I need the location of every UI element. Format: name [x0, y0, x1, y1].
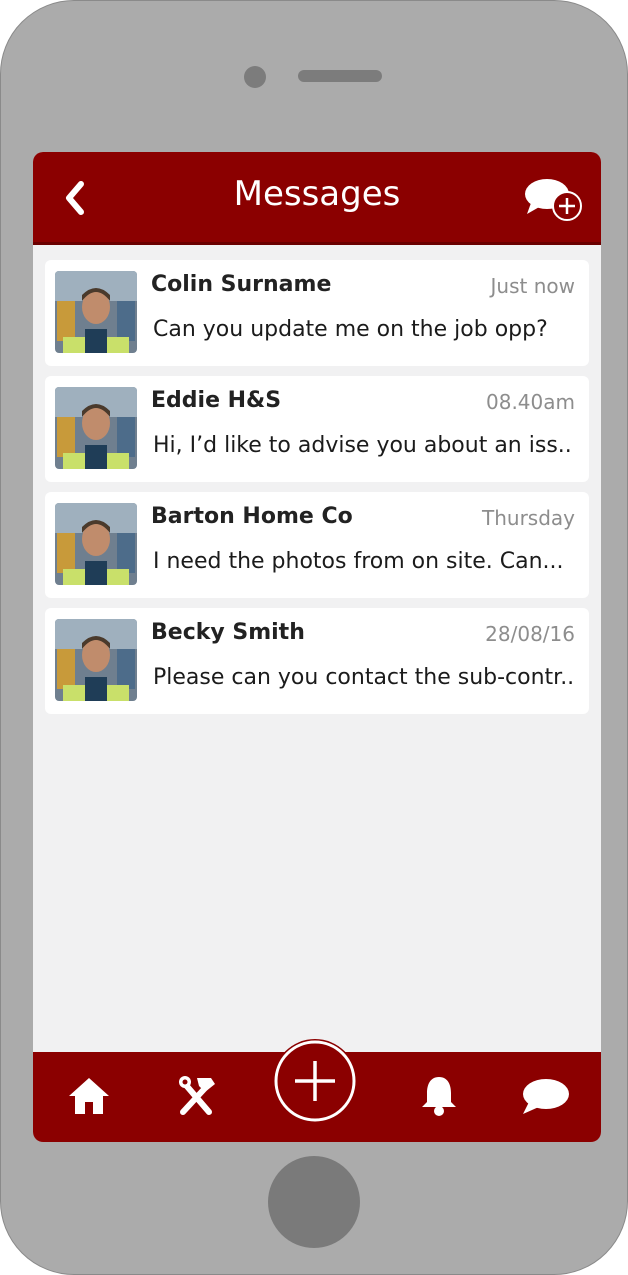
nav-home-button[interactable] [67, 1076, 111, 1120]
home-icon [69, 1078, 109, 1114]
message-preview: Please can you contact the sub-contr... [153, 665, 573, 690]
message-item[interactable]: Becky Smith 28/08/16 Please can you cont… [45, 608, 589, 714]
message-time: Just now [490, 274, 575, 298]
message-preview: I need the photos from on site. Can... [153, 549, 564, 574]
nav-notifications-button[interactable] [419, 1074, 459, 1120]
app-screen: Messages Colin Surname Just now Can you … [33, 152, 601, 1142]
tools-icon [179, 1076, 215, 1115]
message-preview: Can you update me on the job opp? [153, 317, 548, 342]
nav-messages-button[interactable] [521, 1076, 571, 1120]
avatar [55, 271, 137, 353]
message-item[interactable]: Barton Home Co Thursday I need the photo… [45, 492, 589, 598]
message-list: Colin Surname Just now Can you update me… [45, 260, 589, 724]
add-button[interactable] [273, 1039, 357, 1123]
page-title: Messages [233, 174, 401, 214]
sender-name: Eddie H&S [151, 388, 282, 413]
phone-frame: Messages Colin Surname Just now Can you … [0, 0, 628, 1275]
sender-name: Barton Home Co [151, 504, 353, 529]
message-preview: Hi, I’d like to advise you about an iss.… [153, 433, 573, 458]
front-camera [244, 66, 266, 88]
device-home-button[interactable] [268, 1156, 360, 1248]
message-time: Thursday [482, 506, 575, 530]
nav-tools-button[interactable] [177, 1074, 217, 1122]
sender-name: Becky Smith [151, 620, 305, 645]
message-item[interactable]: Eddie H&S 08.40am Hi, I’d like to advise… [45, 376, 589, 482]
header-bar: Messages [33, 152, 601, 245]
message-item[interactable]: Colin Surname Just now Can you update me… [45, 260, 589, 366]
sender-name: Colin Surname [151, 272, 332, 297]
new-message-button[interactable] [523, 176, 583, 224]
earpiece-speaker [298, 70, 382, 82]
avatar [55, 619, 137, 701]
avatar [55, 387, 137, 469]
chat-icon [523, 1079, 569, 1114]
message-time: 28/08/16 [485, 622, 575, 646]
chat-bubble-plus-icon [525, 179, 582, 221]
avatar [55, 503, 137, 585]
add-icon [274, 1040, 356, 1122]
bell-icon [422, 1077, 456, 1116]
message-time: 08.40am [486, 390, 575, 414]
